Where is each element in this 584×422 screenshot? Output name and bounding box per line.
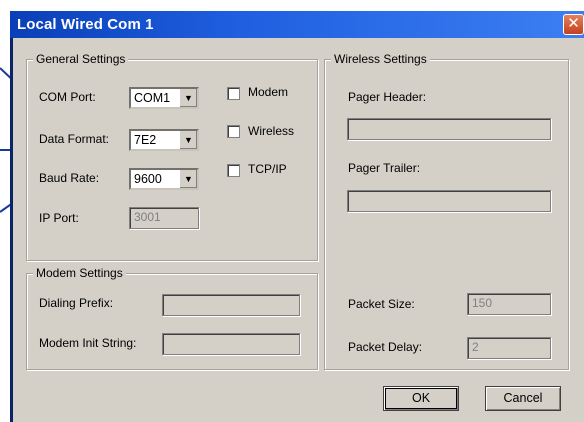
wireless-checkbox-label: Wireless: [248, 124, 295, 138]
baud-rate-value: 9600: [134, 172, 162, 186]
baud-rate-label: Baud Rate:: [39, 171, 100, 185]
modem-checkbox[interactable]: [227, 87, 240, 100]
chevron-down-icon[interactable]: ▼: [179, 131, 197, 149]
packet-delay-field[interactable]: 2: [467, 337, 551, 359]
pager-header-label: Pager Header:: [348, 90, 427, 104]
data-format-select[interactable]: 7E2 ▼: [129, 129, 199, 151]
com-port-select[interactable]: COM1 ▼: [129, 87, 199, 109]
ip-port-field[interactable]: 3001: [129, 207, 199, 229]
packet-delay-label: Packet Delay:: [348, 340, 423, 354]
chevron-down-icon[interactable]: ▼: [179, 89, 197, 107]
wireless-settings-legend: Wireless Settings: [331, 52, 430, 66]
data-format-label: Data Format:: [39, 132, 110, 146]
wireless-settings-group: Wireless Settings Pager Header: Pager Tr…: [324, 52, 569, 370]
general-settings-group: General Settings COM Port: COM1 ▼ Data F…: [26, 52, 318, 261]
tcpip-checkbox[interactable]: [227, 164, 240, 177]
dialing-prefix-label: Dialing Prefix:: [39, 296, 114, 310]
dialog-window: Local Wired Com 1 ✕ General Settings COM…: [10, 11, 584, 422]
com-port-value: COM1: [134, 91, 171, 105]
packet-size-field[interactable]: 150: [467, 293, 551, 315]
chevron-down-icon[interactable]: ▼: [179, 170, 197, 188]
general-settings-legend: General Settings: [33, 52, 129, 66]
com-port-label: COM Port:: [39, 90, 96, 104]
window-title: Local Wired Com 1: [17, 16, 154, 33]
pager-trailer-label: Pager Trailer:: [348, 161, 421, 175]
ok-button[interactable]: OK: [383, 386, 459, 411]
ip-port-label: IP Port:: [39, 211, 79, 225]
baud-rate-select[interactable]: 9600 ▼: [129, 168, 199, 190]
close-button[interactable]: ✕: [563, 14, 584, 35]
pager-trailer-field[interactable]: [347, 190, 551, 212]
pager-header-field[interactable]: [347, 118, 551, 140]
tcpip-checkbox-label: TCP/IP: [248, 162, 287, 176]
cancel-button[interactable]: Cancel: [485, 386, 561, 411]
close-icon: ✕: [567, 15, 580, 32]
modem-init-string-field[interactable]: [162, 333, 300, 355]
packet-size-label: Packet Size:: [348, 297, 415, 311]
modem-init-string-label: Modem Init String:: [39, 336, 137, 350]
dialog-body: General Settings COM Port: COM1 ▼ Data F…: [13, 38, 584, 422]
data-format-value: 7E2: [134, 133, 157, 147]
modem-checkbox-label: Modem: [248, 85, 289, 99]
dialing-prefix-field[interactable]: [162, 294, 300, 316]
wireless-checkbox[interactable]: [227, 125, 240, 138]
title-bar[interactable]: Local Wired Com 1 ✕: [10, 11, 584, 38]
modem-settings-group: Modem Settings Dialing Prefix: Modem Ini…: [26, 266, 318, 370]
modem-settings-legend: Modem Settings: [33, 266, 126, 280]
